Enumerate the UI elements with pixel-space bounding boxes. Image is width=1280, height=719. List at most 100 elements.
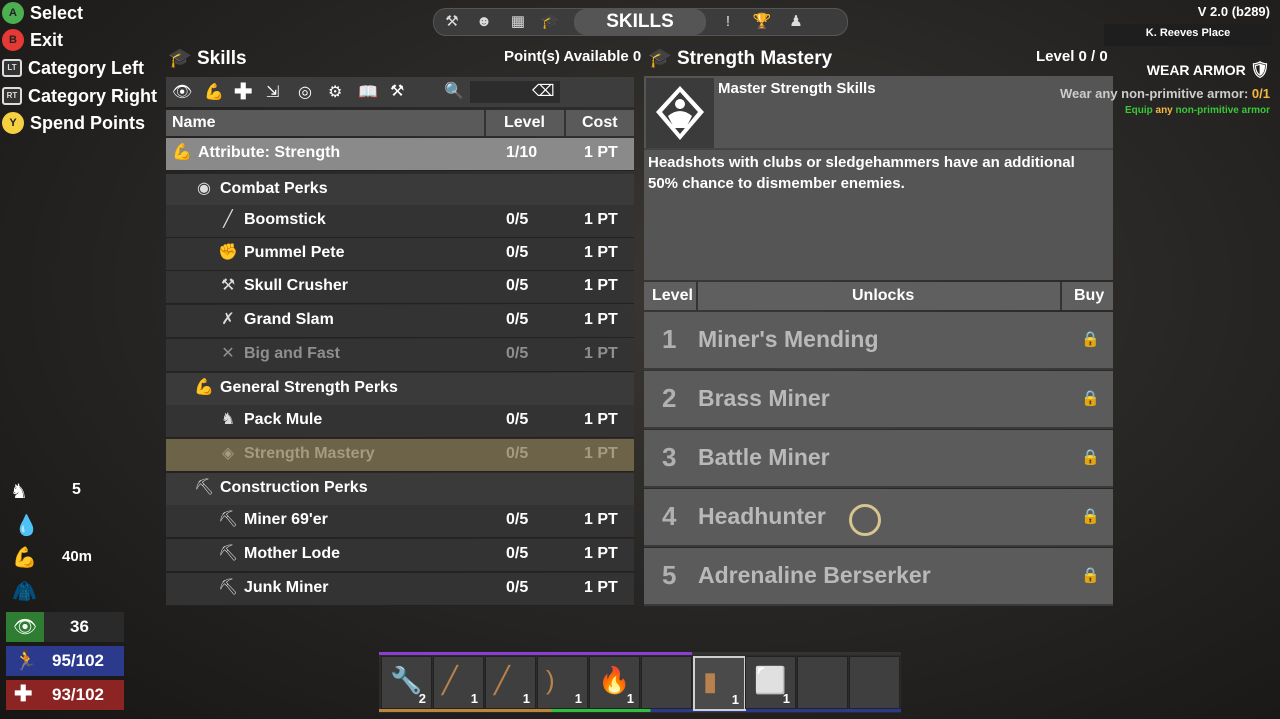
skill-cost: 1 PT [584,311,618,328]
junk-icon: ⛏ [218,579,239,596]
skill-cost: 1 PT [584,545,618,562]
slot-count: 1 [522,691,530,706]
lock-icon: 🔒 [1081,508,1100,525]
control-select: A Select [2,0,83,26]
skill-name: Combat Perks [220,180,328,197]
combat-icon: ◉ [197,180,211,197]
perk-row[interactable]: ⛏ Miner 69'er 0/5 1 PT [166,505,634,538]
book-icon[interactable]: 📖 [358,82,378,102]
skills-cap-icon: 🎓 [168,48,192,69]
top-nav-bar: ⚒ ☻ ▦ 🎓 SKILLS ! 🏆 ♟ [433,8,848,36]
skill-name: Pack Mule [244,411,323,428]
mastery-icon [646,78,714,148]
control-spend-points: Y Spend Points [2,110,145,136]
skill-name: General Strength Perks [220,379,398,396]
fortitude-filter-icon[interactable]: ✚ [234,79,252,105]
skill-name: Skull Crusher [244,277,349,294]
trophy-icon[interactable]: 🏆 [752,12,772,32]
column-cost: Cost [582,114,618,131]
player-level-icon: ♞ [10,481,28,503]
slot-count: 1 [782,691,790,706]
toolbelt-slot[interactable] [641,656,692,709]
skill-level: 0/5 [506,345,529,362]
toolbelt-slot[interactable]: ╱ 1 [485,656,536,709]
unlock-row[interactable]: 5 Adrenaline Berserker 🔒 [644,548,1113,606]
slot-count: 2 [418,691,426,706]
column-name: Name [172,114,216,131]
skill-name: Big and Fast [244,345,341,362]
perk-row[interactable]: ✗ Grand Slam 0/5 1 PT [166,305,634,338]
shotgun-icon: ╱ [223,211,233,228]
perk-row[interactable]: ◈ Strength Mastery 0/5 1 PT [166,439,634,472]
slot-count: 1 [731,692,739,707]
perception-icon: 👁 [6,612,44,642]
attribute-row[interactable]: 💪 Attribute: Strength 1/10 1 PT [166,138,634,171]
skill-cost: 1 PT [584,277,618,294]
map-icon[interactable]: ▦ [508,12,528,32]
filter-toolbar: 👁 💪 ✚ ⇲ ◎ ⚙ 📖 ⚒ 🔍 ⌫ [166,77,634,107]
skill-level: 0/5 [506,211,529,228]
category-row[interactable]: ⛏ Construction Perks [166,473,634,506]
skill-level: 0/5 [506,277,529,294]
skill-cost: 1 PT [584,144,618,161]
skill-level: 0/5 [506,445,529,462]
skill-level: 0/5 [506,579,529,596]
skill-name: Junk Miner [244,579,329,596]
hammer-icon[interactable]: ⚒ [442,12,462,32]
perk-row[interactable]: ⛏ Junk Miner 0/5 1 PT [166,573,634,606]
stat-stamina: 🏃 95/102 [6,646,124,676]
wrench-icon: 🔧 [390,665,423,695]
perk-row[interactable]: ✕ Big and Fast 0/5 1 PT [166,339,634,372]
gear-icon[interactable]: ⚙ [328,82,342,102]
search-icon: 🔍 [444,83,464,100]
pickaxe-icon: ⛏ [218,511,239,528]
slot-count: 1 [470,691,478,706]
hammer-icon[interactable]: ⚒ [390,81,404,101]
torch-icon: 🔥 [598,665,631,695]
detail-panel: Master Strength Skills Headshots with cl… [644,76,1113,280]
agility-filter-icon[interactable]: ⇲ [266,82,279,102]
clear-search-icon[interactable]: ⌫ [532,81,555,101]
y-button-icon: Y [2,112,24,134]
perception-filter-icon[interactable]: 👁 [172,82,192,102]
skill-level: 0/5 [506,311,529,328]
unlock-row[interactable]: 2 Brass Miner 🔒 [644,371,1113,429]
perk-row[interactable]: ⚒ Skull Crusher 0/5 1 PT [166,271,634,304]
toolbelt-slot[interactable]: ▮ 1 [693,656,746,711]
category-row[interactable]: ◉ Combat Perks [166,174,634,207]
players-icon[interactable]: ♟ [786,12,806,32]
bicep-icon: 💪 [194,379,214,396]
rt-button-icon: RT [2,87,22,105]
skill-name: Miner 69'er [244,511,328,528]
strength-filter-icon[interactable]: 💪 [204,82,224,102]
character-icon[interactable]: ☻ [474,12,494,32]
toolbelt-slot[interactable]: ╱ 1 [433,656,484,709]
construction-icon: ⛏ [194,479,215,496]
tab-skills[interactable]: SKILLS [574,9,706,35]
control-exit: B Exit [2,27,63,53]
perk-row[interactable]: ✊ Pummel Pete 0/5 1 PT [166,238,634,271]
stat-buff-time: 💪 40m [12,547,93,569]
toolbelt-slot[interactable]: 🔧 2 [381,656,432,709]
water-drop-icon: 💧 [14,515,39,537]
intellect-filter-icon[interactable]: ◎ [298,82,312,102]
perk-row[interactable]: ╱ Boomstick 0/5 1 PT [166,205,634,238]
category-row[interactable]: 💪 General Strength Perks [166,373,634,406]
toolbelt-slot[interactable]: 🔥 1 [589,656,640,709]
bow-icon: ) [546,665,555,695]
toolbelt-slot[interactable] [797,656,848,709]
quest-tracker: WEAR ARMOR 🛡 Wear any non-primitive armo… [1060,60,1270,116]
unlock-row[interactable]: 1 Miner's Mending 🔒 [644,312,1113,370]
perk-row[interactable]: ⛏ Mother Lode 0/5 1 PT [166,539,634,572]
perk-row[interactable]: ♞ Pack Mule 0/5 1 PT [166,405,634,438]
skills-cap-icon[interactable]: 🎓 [540,12,560,32]
toolbelt-slot[interactable]: ) 1 [537,656,588,709]
toolbelt-slot[interactable]: ⬜ 1 [745,656,796,709]
a-button-icon: A [2,2,24,24]
challenge-icon[interactable]: ! [718,12,738,32]
armor-icon: 🛡 [1249,62,1270,79]
slot-count: 1 [574,691,582,706]
skill-level: 0/5 [506,244,529,261]
toolbelt-slot[interactable] [849,656,900,709]
unlock-row[interactable]: 3 Battle Miner 🔒 [644,430,1113,488]
